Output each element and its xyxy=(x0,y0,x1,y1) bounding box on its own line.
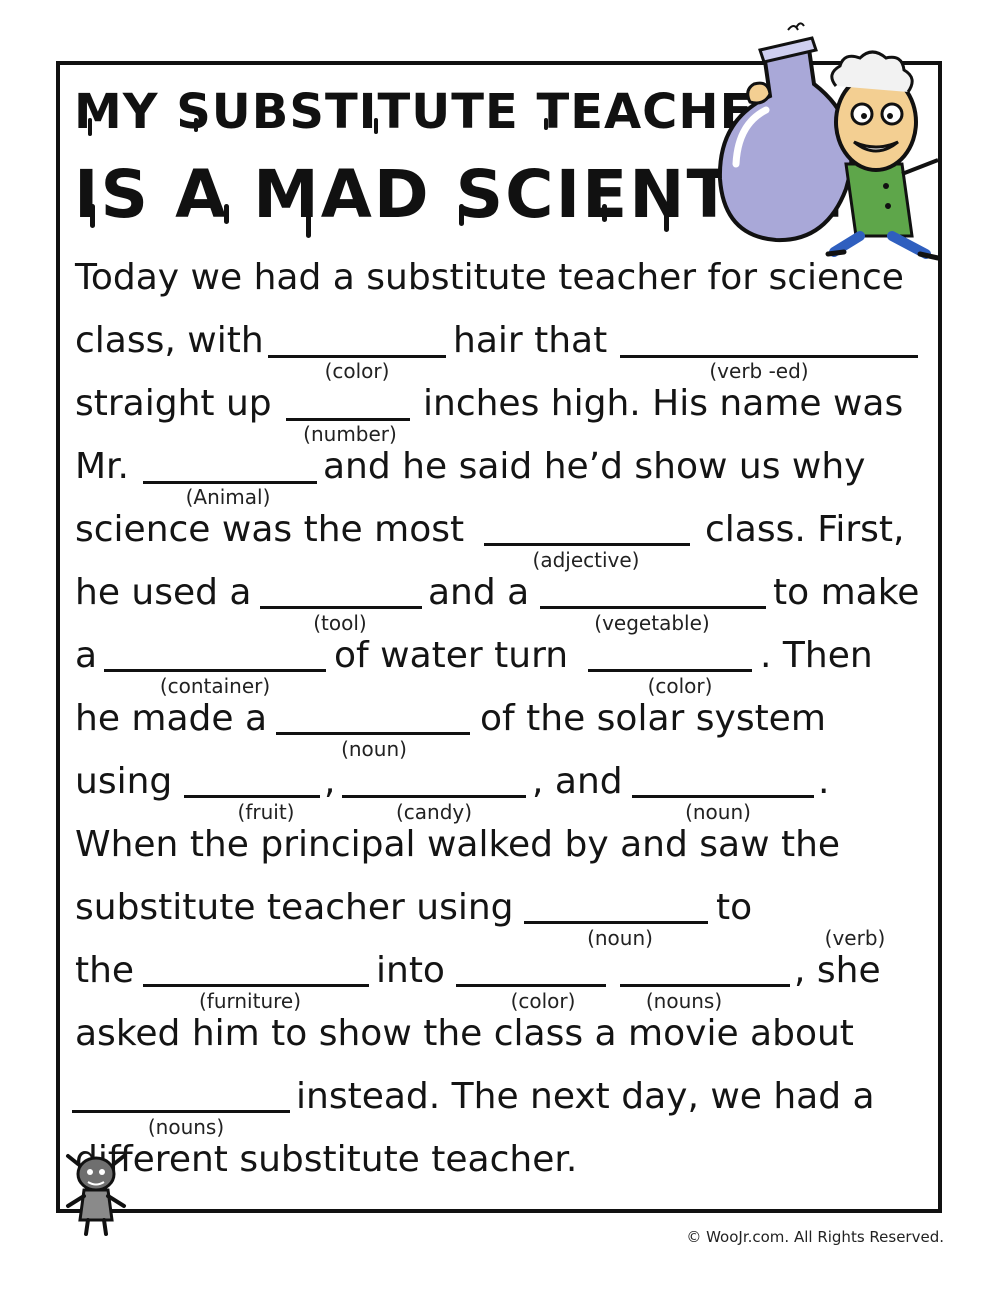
answer-blank[interactable] xyxy=(540,606,766,609)
story-text-line: he made a xyxy=(75,698,268,739)
answer-blank[interactable] xyxy=(104,669,326,672)
blank-hint: (furniture) xyxy=(198,989,302,1013)
blank-hint: (noun) xyxy=(587,926,653,950)
story-text-line: Mr. xyxy=(75,446,129,487)
story-text-line: different substitute teacher. xyxy=(75,1139,578,1180)
answer-blank[interactable] xyxy=(268,355,446,358)
answer-blank[interactable] xyxy=(143,984,369,987)
story-text-line: of the solar system xyxy=(480,698,826,739)
blank-hint: (color) xyxy=(647,674,713,698)
blank-hint: (noun) xyxy=(341,737,407,761)
story-text-line: substitute teacher using xyxy=(75,887,514,928)
blank-hint: (color) xyxy=(510,989,576,1013)
blank-hint: (adjective) xyxy=(532,548,640,572)
story-text-line: using xyxy=(75,761,173,802)
story-text-line: Today we had a substitute teacher for sc… xyxy=(75,257,904,298)
story-text-line: science was the most xyxy=(75,509,465,550)
blank-hint: (tool) xyxy=(313,611,367,635)
blank-hint: (container) xyxy=(159,674,271,698)
blank-hint: (number) xyxy=(303,422,397,446)
answer-blank[interactable] xyxy=(588,669,752,672)
story-text-line: hair that xyxy=(453,320,608,361)
story-text-line: class. First, xyxy=(705,509,905,550)
story-text-line: class, with xyxy=(75,320,264,361)
story-text-line: and he said he’d show us why xyxy=(323,446,866,487)
answer-blank[interactable] xyxy=(276,732,470,735)
story-text-line: he used a xyxy=(75,572,252,613)
story-text-line: instead. The next day, we had a xyxy=(296,1076,875,1117)
story-text-line: . Then xyxy=(760,635,873,676)
answer-blank[interactable] xyxy=(286,418,410,421)
answer-blank[interactable] xyxy=(342,795,526,798)
blank-hint: (noun) xyxy=(685,800,751,824)
answer-blank[interactable] xyxy=(620,984,790,987)
blank-hint: (nouns) xyxy=(645,989,723,1013)
story-text-line: . xyxy=(818,761,830,802)
blank-hint: (verb) xyxy=(824,926,886,950)
blank-hint: (nouns) xyxy=(147,1115,225,1139)
story-text-line: and a xyxy=(428,572,530,613)
mad-scientist-icon xyxy=(717,22,941,261)
copyright-notice: © WooJr.com. All Rights Reserved. xyxy=(686,1228,944,1246)
answer-blank[interactable] xyxy=(524,921,708,924)
story-text-line: , she xyxy=(794,950,881,991)
blank-hint: (vegetable) xyxy=(594,611,710,635)
answer-blank[interactable] xyxy=(72,1110,290,1113)
blank-hint: (candy) xyxy=(395,800,473,824)
blank-hint: (fruit) xyxy=(237,800,295,824)
story-text-line: a xyxy=(75,635,98,676)
story-text-line: into xyxy=(376,950,445,991)
little-monster-icon xyxy=(66,1154,126,1236)
story-text-line: to xyxy=(716,887,753,928)
answer-blank[interactable] xyxy=(484,543,690,546)
story-text-line: of water turn xyxy=(334,635,569,676)
story-text-line: asked him to show the class a movie abou… xyxy=(75,1013,854,1054)
blank-hint: (verb -ed) xyxy=(709,359,809,383)
blank-hint: (Animal) xyxy=(185,485,271,509)
story-text-line: to make xyxy=(773,572,920,613)
answer-blank[interactable] xyxy=(632,795,814,798)
story-text-line: When the principal walked by and saw the xyxy=(75,824,841,865)
title-drips xyxy=(88,118,669,238)
story-text-line: straight up xyxy=(75,383,272,424)
story-text-line: , xyxy=(324,761,336,802)
answer-blank[interactable] xyxy=(184,795,320,798)
answer-blank[interactable] xyxy=(143,481,317,484)
answer-blank[interactable] xyxy=(260,606,422,609)
story-text-line: inches high. His name was xyxy=(423,383,904,424)
story-text-line: the xyxy=(75,950,135,991)
story-text-line: , and xyxy=(532,761,623,802)
answer-blank[interactable] xyxy=(620,355,918,358)
blank-hint: (color) xyxy=(324,359,390,383)
answer-blank[interactable] xyxy=(456,984,606,987)
